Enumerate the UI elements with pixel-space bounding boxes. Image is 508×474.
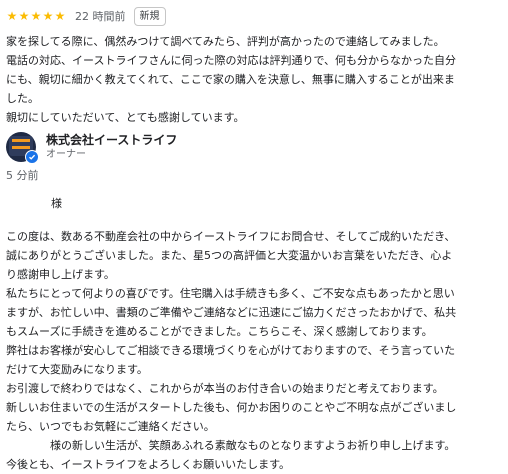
reply-salutation: 様 [51,197,62,210]
review-time: 22 時間前 [75,10,126,23]
review-line: 電話の対応、イーストライフさんに伺った際の対応は評判通りで、何も分からなかった自… [6,54,457,67]
star-icon: ★ [6,9,18,23]
reply-line: たら、いつでもお気軽にご連絡ください。 [6,420,215,433]
company-logo-icon[interactable] [6,132,39,164]
reply-line-text: 様の新しい生活が、笑顔あふれる素敵なものとなりますようお祈り申し上げます。 [50,439,456,452]
reply-line: 私たちにとって何よりの喜びです。住宅購入は手続きも多く、ご不安な点もあったかと思… [6,287,455,300]
review-line: した。 [6,92,39,105]
reply-line: だけて大変励みになります。 [6,363,148,376]
reply-time: 5 分前 [6,169,39,182]
reply-line: ますが、お忙しい中、書類のご準備やご連絡などに迅速にご協力くださったおかげで、私… [6,306,457,319]
reply-line: 今後とも、イーストライフをよろしくお願いいたします。 [6,458,291,471]
reply-line: 誠にありがとうございました。また、星5つの高評価と大変温かいお言葉をいただき、心… [6,249,453,262]
review-line: 家を探してる際に、偶然みつけて調べてみたら、評判が高かったので連絡してみました。 [6,35,445,48]
star-icon: ★ [42,9,54,23]
review-line: 親切にしていただいて、とても感謝しています。 [6,111,245,124]
reply-line: お引渡しで終わりではなく、これからが本当のお付き合いの始まりだと考えております。 [6,382,444,395]
owner-role: オーナー [46,149,86,160]
star-icon: ★ [30,9,42,23]
owner-response-header: 株式会社イーストライフ オーナー [6,132,177,164]
owner-reply-text: この度は、数ある不動産会社の中からイーストライフにお問合せ、そしてご成約いただき… [6,227,502,474]
reply-line: この度は、数ある不動産会社の中からイーストライフにお問合せ、そしてご成約いただき… [6,230,456,243]
new-badge: 新規 [133,6,166,26]
reply-line: もスムーズに手続きを進めることができました。こちらこそ、深く感謝しております。 [6,325,433,338]
verified-check-icon [25,150,39,164]
reply-line: 新しいお住まいでの生活がスタートした後も、何かお困りのことやご不明な点がございま… [6,401,457,414]
review-line: にも、親切に細かく教えてくれて、ここで家の購入を決意し、無事に購入することが出来… [6,73,455,86]
reply-line: 弊社はお客様が安心してご相談できる環境づくりを心がけておりますので、そう言ってい… [6,344,456,357]
review-header: ★ ★ ★ ★ ★ 22 時間前 新規 [6,5,166,27]
star-icon: ★ [18,9,30,23]
star-icon: ★ [54,9,66,23]
reply-line: 様の新しい生活が、笑顔あふれる素敵なものとなりますようお祈り申し上げます。 [6,436,502,455]
check-icon [29,154,36,160]
reply-line: り感謝申し上げます。 [6,268,115,281]
owner-name[interactable]: 株式会社イーストライフ [46,132,177,148]
review-text: 家を探してる際に、偶然みつけて調べてみたら、評判が高かったので連絡してみました。… [6,32,502,127]
logo-mark [12,139,30,149]
star-rating: ★ ★ ★ ★ ★ [6,10,66,22]
